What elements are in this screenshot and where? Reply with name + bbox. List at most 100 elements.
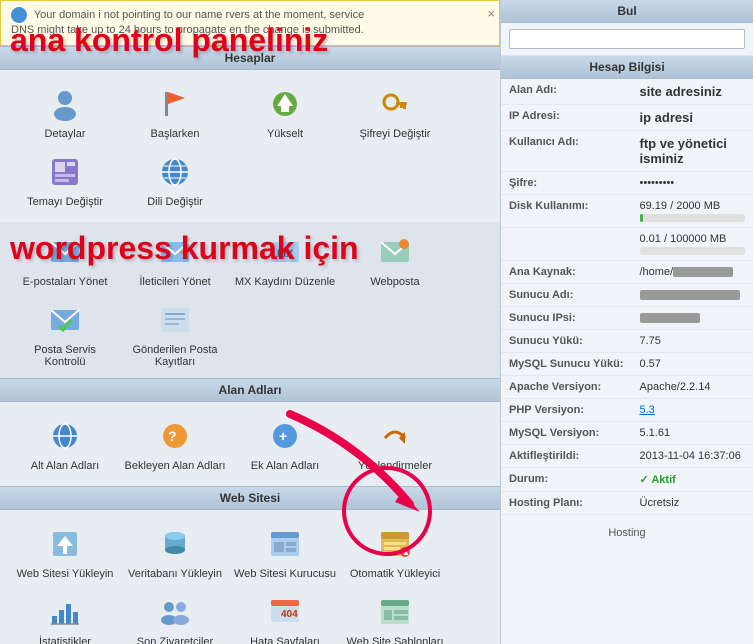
item-istatistikler[interactable]: İstatistikler: [10, 586, 120, 644]
item-ek-alan[interactable]: + Ek Alan Adları: [230, 410, 340, 478]
alert-text1: Your domain i not pointing to our name r…: [34, 9, 364, 21]
item-web-sablonlari[interactable]: Web Site Şablonları: [340, 586, 450, 644]
email-icon: [45, 232, 85, 272]
key-icon: [375, 84, 415, 124]
item-web-yukle[interactable]: Web Sitesi Yükleyin: [10, 518, 120, 586]
item-son-ziyaretciler[interactable]: Son Ziyaretçiler: [120, 586, 230, 644]
label-sunucu-yuku: Sunucu Yükü:: [501, 330, 632, 353]
row-kullanici-adi: Kullanıcı Adı: ftp ve yönetici isminiz: [501, 131, 753, 172]
web-sitesi-grid: Web Sitesi Yükleyin Veritabanı Yükleyin …: [0, 510, 500, 644]
item-temadegistir[interactable]: Temayı Değiştir: [10, 146, 120, 214]
item-web-kurucusu[interactable]: Web Sitesi Kurucusu: [230, 518, 340, 586]
row-disk: Disk Kullanımı: 69.19 / 2000 MB: [501, 195, 753, 228]
item-yukselt[interactable]: Yükselt: [230, 78, 340, 146]
label-kullanici-adi: Kullanıcı Adı:: [501, 131, 632, 172]
item-db-yukle[interactable]: Veritabanı Yükleyin: [120, 518, 230, 586]
php-version-link[interactable]: 5.3: [640, 404, 655, 416]
label-alan-adi: Alan Adı:: [501, 79, 632, 105]
item-ileticileri[interactable]: İleticileri Yönet: [120, 226, 230, 294]
value-bandwidth: 0.01 / 100000 MB: [632, 228, 753, 261]
pending-icon: ?: [155, 416, 195, 456]
error-icon: 404: [265, 592, 305, 632]
value-sunucu-adi: [632, 284, 753, 307]
value-apache: Apache/2.2.14: [632, 376, 753, 399]
maillog-icon: [155, 300, 195, 340]
webmail-icon: [375, 232, 415, 272]
value-mysql-ver: 5.1.61: [632, 422, 753, 445]
mx-icon: MX: [265, 232, 305, 272]
row-ip-adresi: IP Adresi: ip adresi: [501, 105, 753, 131]
footer: Hosting: [501, 515, 753, 543]
item-baslarken[interactable]: Başlarken: [120, 78, 230, 146]
item-gonderilen[interactable]: Gönderilen Posta Kayıtları: [120, 294, 230, 374]
item-bekleyen-label: Bekleyen Alan Adları: [125, 460, 226, 472]
item-yukselt-label: Yükselt: [267, 128, 303, 140]
hesap-bilgisi-table: Alan Adı: site adresiniz IP Adresi: ip a…: [501, 79, 753, 515]
item-alt-alan-label: Alt Alan Adları: [31, 460, 100, 472]
item-alt-alan[interactable]: Alt Alan Adları: [10, 410, 120, 478]
value-mysql-yuku: 0.57: [632, 353, 753, 376]
svg-text:?: ?: [168, 428, 177, 444]
row-hosting-plani: Hosting Planı: Ücretsiz: [501, 492, 753, 515]
label-apache: Apache Versiyon:: [501, 376, 632, 399]
upload-icon: [45, 524, 85, 564]
label-mysql-ver: MySQL Versiyon:: [501, 422, 632, 445]
value-sifre: •••••••••: [632, 172, 753, 195]
theme-icon: [45, 152, 85, 192]
item-hata-sayfalari[interactable]: 404 Hata Sayfaları: [230, 586, 340, 644]
sunucu-ip-redacted: [640, 313, 700, 323]
disk-progress-bar: [640, 214, 746, 222]
item-hata-sayfalari-label: Hata Sayfaları: [250, 636, 320, 644]
label-hosting-plani: Hosting Planı:: [501, 492, 632, 515]
item-yonlendirmeler[interactable]: Yönlendirmeler: [340, 410, 450, 478]
item-son-ziyaretciler-label: Son Ziyaretçiler: [137, 636, 213, 644]
item-otomatik-yukleyici[interactable]: ▲ Otomatik Yükleyici: [340, 518, 450, 586]
label-php: PHP Versiyon:: [501, 399, 632, 422]
value-sunucu-yuku: 7.75: [632, 330, 753, 353]
row-bandwidth: 0.01 / 100000 MB: [501, 228, 753, 261]
section-hesaplar: Hesaplar: [0, 46, 500, 70]
upgrade-icon: [265, 84, 305, 124]
alert-close-button[interactable]: ×: [487, 5, 495, 23]
label-ip-adresi: IP Adresi:: [501, 105, 632, 131]
item-webposta-label: Webposta: [370, 276, 419, 288]
svg-text:MX: MX: [277, 248, 294, 260]
item-istatistikler-label: İstatistikler: [39, 636, 91, 644]
label-sunucu-ip: Sunucu IPsi:: [501, 307, 632, 330]
label-durum: Durum:: [501, 468, 632, 492]
item-mxkaydi[interactable]: MX MX Kaydını Düzenle: [230, 226, 340, 294]
alert-text2: DNS might take up to 24 hours to propaga…: [11, 24, 364, 36]
item-yonlendirmeler-label: Yönlendirmeler: [358, 460, 432, 472]
svg-text:▲: ▲: [402, 548, 410, 557]
hosting-label: Hosting: [608, 527, 645, 539]
label-disk: Disk Kullanımı:: [501, 195, 632, 228]
flag-icon: [155, 84, 195, 124]
bul-header: Bul: [501, 0, 753, 23]
search-input[interactable]: [509, 29, 745, 49]
item-detaylar-label: Detaylar: [45, 128, 86, 140]
item-bekleyen[interactable]: ? Bekleyen Alan Adları: [120, 410, 230, 478]
item-sifredegistir[interactable]: Şifreyi Değiştir: [340, 78, 450, 146]
sunucu-adi-redacted: [640, 290, 740, 300]
item-detaylar[interactable]: Detaylar: [10, 78, 120, 146]
item-webposta[interactable]: Webposta: [340, 226, 450, 294]
item-gonderilen-label: Gönderilen Posta Kayıtları: [124, 344, 226, 368]
item-epostalari[interactable]: E-postaları Yönet: [10, 226, 120, 294]
row-durum: Durum: ✓ Aktif: [501, 468, 753, 492]
alan-adlari-grid: Alt Alan Adları ? Bekleyen Alan Adları +…: [0, 402, 500, 486]
item-web-yukle-label: Web Sitesi Yükleyin: [17, 568, 114, 580]
row-php: PHP Versiyon: 5.3: [501, 399, 753, 422]
user-icon: [45, 84, 85, 124]
row-aktif: Aktifleştirildi: 2013-11-04 16:37:06: [501, 445, 753, 468]
right-panel: Bul Hesap Bilgisi Alan Adı: site adresin…: [500, 0, 753, 644]
value-sunucu-ip: [632, 307, 753, 330]
value-alan-adi: site adresiniz: [632, 79, 753, 105]
section-web-sitesi: Web Sitesi: [0, 486, 500, 510]
item-otomatik-yukleyici-label: Otomatik Yükleyici: [350, 568, 440, 580]
status-badge: ✓ Aktif: [640, 474, 676, 486]
row-alan-adi: Alan Adı: site adresiniz: [501, 79, 753, 105]
item-dilidegistir[interactable]: Dili Değiştir: [120, 146, 230, 214]
auto-install-icon: ▲: [375, 524, 415, 564]
item-posta-servis[interactable]: Posta Servis Kontrolü: [10, 294, 120, 374]
language-icon: [155, 152, 195, 192]
